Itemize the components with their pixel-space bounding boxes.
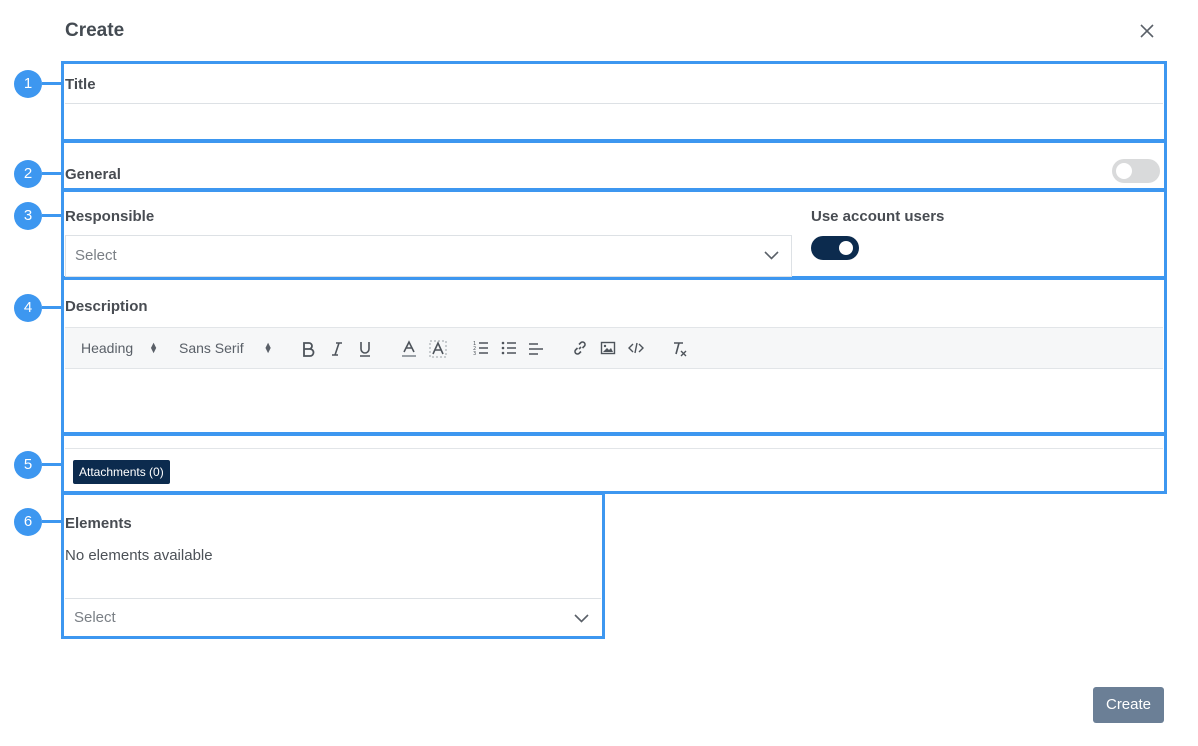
- marker-5: 5: [14, 451, 42, 479]
- attachments-button[interactable]: Attachments (0): [73, 460, 170, 484]
- underline-icon[interactable]: [358, 340, 372, 358]
- elements-empty-text: No elements available: [65, 547, 213, 564]
- general-toggle[interactable]: [1112, 159, 1160, 183]
- font-picker-label: Sans Serif: [179, 340, 244, 356]
- italic-icon[interactable]: [330, 341, 344, 357]
- elements-select[interactable]: Select: [65, 598, 601, 636]
- marker-6: 6: [14, 508, 42, 536]
- sort-arrows-icon: ▲ ▼: [149, 340, 159, 355]
- image-icon[interactable]: [600, 340, 616, 356]
- general-section: General: [61, 140, 1167, 191]
- text-color-icon[interactable]: [401, 340, 417, 358]
- create-button[interactable]: Create: [1093, 687, 1164, 723]
- elements-select-value: Select: [74, 609, 116, 626]
- title-input[interactable]: [65, 103, 1163, 139]
- link-icon[interactable]: [572, 340, 588, 356]
- svg-text:3: 3: [473, 351, 476, 356]
- marker-4: 4: [14, 294, 42, 322]
- bold-icon[interactable]: [301, 341, 315, 357]
- chevron-down-icon: [764, 251, 779, 260]
- marker-1: 1: [14, 70, 42, 98]
- responsible-section: Responsible Select Use account users: [61, 189, 1167, 279]
- description-section: Description Heading ▲ ▼ Sans Serif ▲ ▼ 1…: [61, 277, 1167, 435]
- toggle-knob: [1116, 163, 1132, 179]
- description-editor[interactable]: [65, 369, 1163, 431]
- chevron-down-icon: [574, 614, 589, 623]
- marker-2: 2: [14, 160, 42, 188]
- close-icon[interactable]: [1136, 20, 1158, 42]
- toggle-knob: [839, 241, 853, 255]
- marker-3: 3: [14, 202, 42, 230]
- editor-toolbar: Heading ▲ ▼ Sans Serif ▲ ▼ 1 2 3: [65, 327, 1163, 369]
- heading-picker[interactable]: Heading ▲ ▼: [81, 328, 158, 368]
- clear-format-icon[interactable]: [671, 340, 687, 358]
- font-picker[interactable]: Sans Serif ▲ ▼: [179, 328, 273, 368]
- title-section: Title: [61, 61, 1167, 142]
- elements-label: Elements: [65, 515, 132, 532]
- heading-picker-label: Heading: [81, 340, 134, 356]
- sort-arrows-icon: ▲ ▼: [263, 340, 273, 355]
- account-users-label: Use account users: [811, 208, 945, 225]
- description-label: Description: [65, 298, 148, 315]
- align-icon[interactable]: [528, 341, 544, 357]
- dialog-title: Create: [65, 20, 125, 41]
- responsible-select[interactable]: Select: [65, 235, 792, 277]
- divider: [65, 448, 1163, 449]
- background-color-icon[interactable]: [429, 340, 447, 358]
- account-users-toggle[interactable]: [811, 236, 859, 260]
- ordered-list-icon[interactable]: 1 2 3: [473, 340, 489, 356]
- responsible-select-value: Select: [75, 247, 117, 264]
- bullet-list-icon[interactable]: [501, 340, 517, 356]
- elements-section: Elements No elements available Select: [61, 492, 605, 639]
- responsible-label: Responsible: [65, 208, 155, 225]
- code-icon[interactable]: [628, 341, 644, 355]
- general-label: General: [65, 166, 121, 183]
- attachments-section: Attachments (0): [61, 433, 1167, 494]
- title-label: Title: [65, 76, 96, 93]
